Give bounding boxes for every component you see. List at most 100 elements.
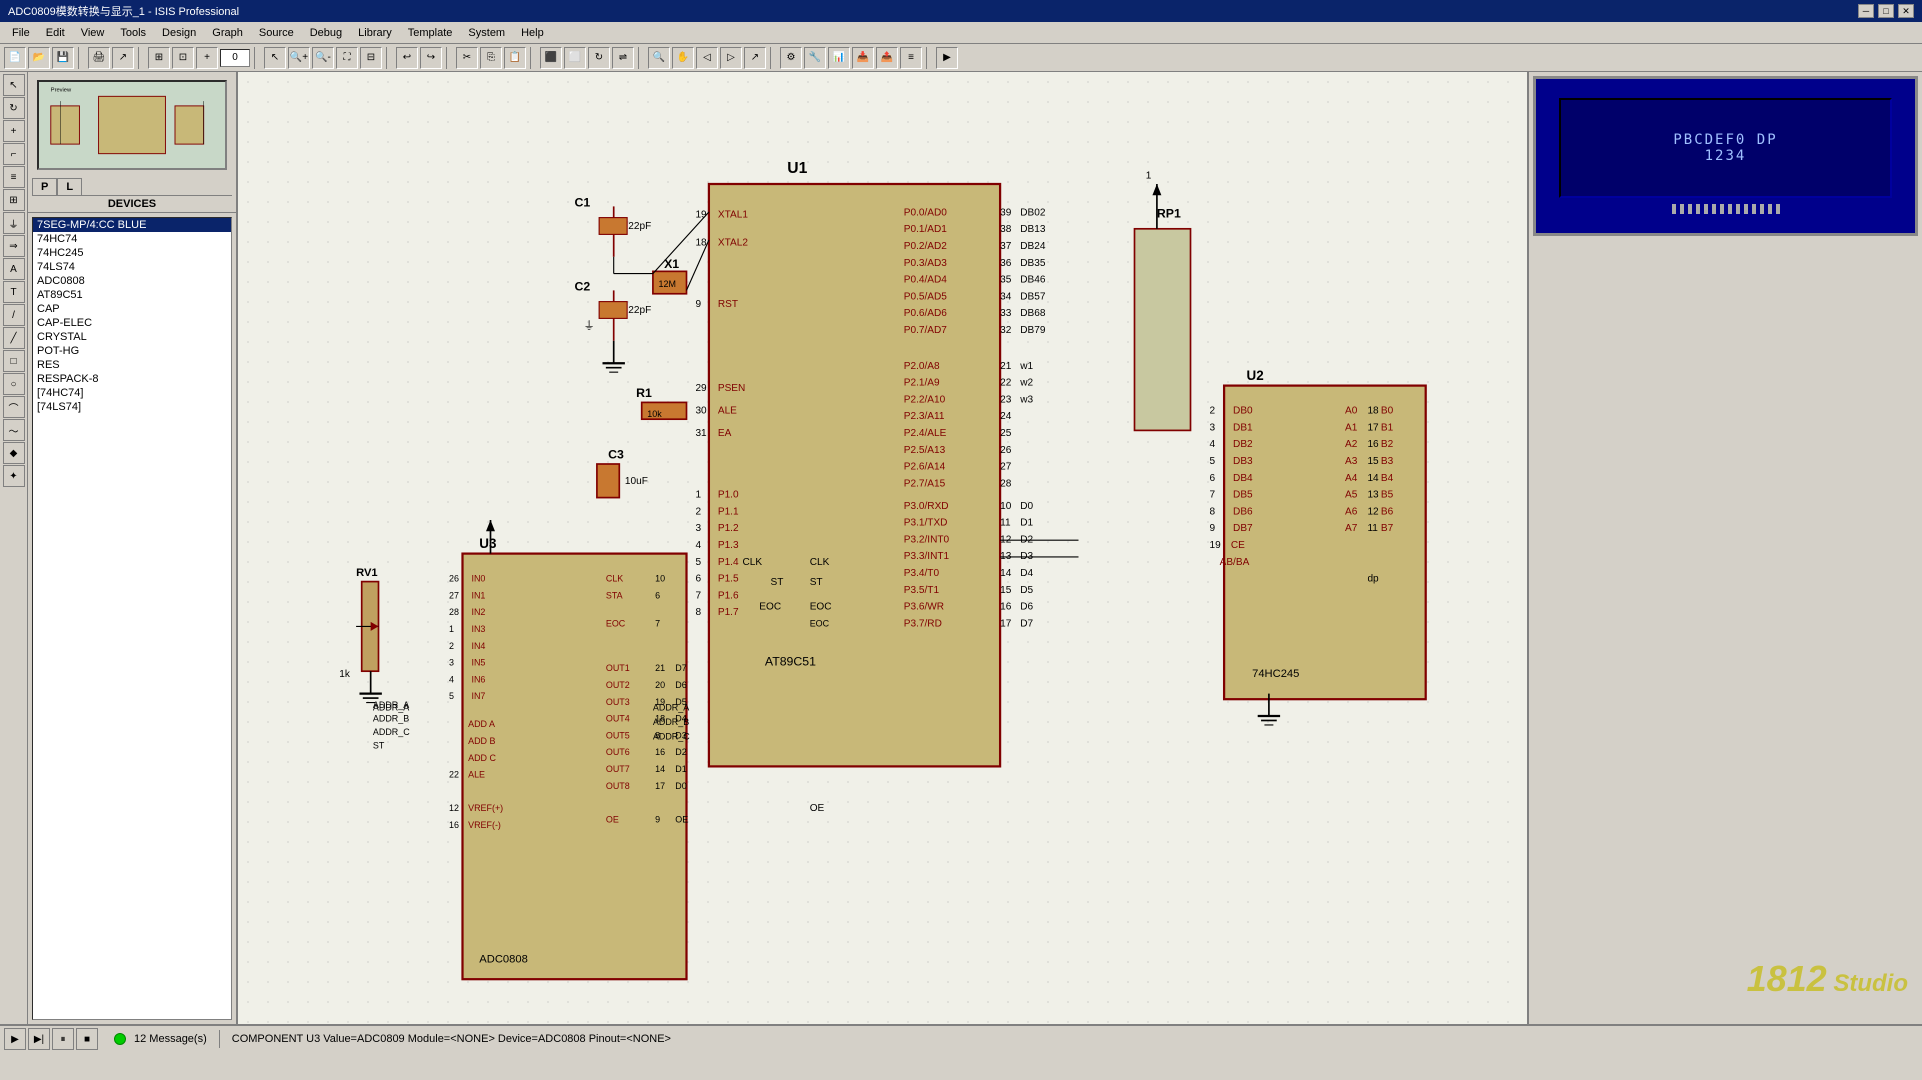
svg-text:39: 39 [1000, 207, 1012, 218]
print-button[interactable]: 🖨 [88, 47, 110, 69]
paste-button[interactable]: 📋 [504, 47, 526, 69]
zoom-out-button[interactable]: 🔍- [312, 47, 334, 69]
cut-button[interactable]: ✂ [456, 47, 478, 69]
select-button[interactable]: ↖ [264, 47, 286, 69]
svg-text:DB02: DB02 [1020, 207, 1046, 218]
symbol-tool[interactable]: ◆ [3, 442, 25, 464]
block-copy-button[interactable]: ⬛ [540, 47, 562, 69]
menu-library[interactable]: Library [350, 25, 400, 41]
redo-button[interactable]: ↪ [420, 47, 442, 69]
export-button[interactable]: ↗ [112, 47, 134, 69]
arrow-tool[interactable]: ↖ [3, 74, 25, 96]
component-tool[interactable]: ↻ [3, 97, 25, 119]
menu-template[interactable]: Template [400, 25, 461, 41]
wire-tool[interactable]: ⌐ [3, 143, 25, 165]
prop4[interactable]: 📥 [852, 47, 874, 69]
canvas-area[interactable]: U1 AT89C51 XTAL1 XTAL2 RST PSEN ALE EA P… [238, 72, 1527, 1024]
undo-button[interactable]: ↩ [396, 47, 418, 69]
close-button[interactable]: ✕ [1898, 4, 1914, 18]
subcirc-tool[interactable]: ⊞ [3, 189, 25, 211]
prop5[interactable]: 📤 [876, 47, 898, 69]
nav2[interactable]: ▷ [720, 47, 742, 69]
menu-tools[interactable]: Tools [112, 25, 154, 41]
device-pot-hg[interactable]: POT-HG [33, 344, 231, 358]
maximize-button[interactable]: □ [1878, 4, 1894, 18]
zoom-in-button[interactable]: 🔍+ [288, 47, 310, 69]
menu-help[interactable]: Help [513, 25, 552, 41]
menu-source[interactable]: Source [251, 25, 302, 41]
prop1[interactable]: ⚙ [780, 47, 802, 69]
label-tool[interactable]: A [3, 258, 25, 280]
device-at89c51[interactable]: AT89C51 [33, 288, 231, 302]
device-7seg[interactable]: 7SEG-MP/4:CC BLUE [33, 218, 231, 232]
device-74ls74b[interactable]: [74LS74] [33, 400, 231, 414]
prop2[interactable]: 🔧 [804, 47, 826, 69]
sim-button[interactable]: ▶ [936, 47, 958, 69]
play-button[interactable]: ▶ [4, 1028, 26, 1050]
prop3[interactable]: 📊 [828, 47, 850, 69]
tab-p[interactable]: P [32, 178, 57, 195]
add-button[interactable]: + [196, 47, 218, 69]
zoom-full-button[interactable]: ⊟ [360, 47, 382, 69]
open-button[interactable]: 📂 [28, 47, 50, 69]
bus-entry-tool[interactable]: / [3, 304, 25, 326]
path-tool[interactable]: 〜 [3, 419, 25, 441]
pause-button[interactable]: ⏸ [52, 1028, 74, 1050]
svg-text:DB79: DB79 [1020, 325, 1046, 336]
device-cap-elec[interactable]: CAP-ELEC [33, 316, 231, 330]
device-74hc74b[interactable]: [74HC74] [33, 386, 231, 400]
save-button[interactable]: 💾 [52, 47, 74, 69]
circle-tool[interactable]: ○ [3, 373, 25, 395]
port-tool[interactable]: ⇒ [3, 235, 25, 257]
block-rotate-button[interactable]: ↻ [588, 47, 610, 69]
menu-view[interactable]: View [73, 25, 113, 41]
menu-system[interactable]: System [460, 25, 513, 41]
menu-edit[interactable]: Edit [38, 25, 73, 41]
new-button[interactable]: 📄 [4, 47, 26, 69]
device-list[interactable]: 7SEG-MP/4:CC BLUE 74HC74 74HC245 74LS74 … [32, 217, 232, 1020]
tab-l[interactable]: L [57, 178, 82, 195]
copy-button[interactable]: ⎘ [480, 47, 502, 69]
zoom-ctrl-button[interactable]: 🔍 [648, 47, 670, 69]
bus-tool[interactable]: ≡ [3, 166, 25, 188]
menu-file[interactable]: File [4, 25, 38, 41]
power-tool[interactable]: ⏚ [3, 212, 25, 234]
svg-text:3: 3 [449, 658, 454, 668]
box-tool[interactable]: □ [3, 350, 25, 372]
device-respack8[interactable]: RESPACK-8 [33, 372, 231, 386]
svg-text:OUT8: OUT8 [606, 781, 630, 791]
nav3[interactable]: ↗ [744, 47, 766, 69]
svg-text:ADD B: ADD B [468, 736, 495, 746]
marker-tool[interactable]: ✦ [3, 465, 25, 487]
grid-button[interactable]: ⊞ [148, 47, 170, 69]
device-adc0808[interactable]: ADC0808 [33, 274, 231, 288]
nav1[interactable]: ◁ [696, 47, 718, 69]
svg-text:Preview: Preview [51, 88, 72, 94]
svg-text:P2.6/A14: P2.6/A14 [904, 462, 946, 473]
menu-design[interactable]: Design [154, 25, 204, 41]
device-res[interactable]: RES [33, 358, 231, 372]
text-tool[interactable]: T [3, 281, 25, 303]
step-button[interactable]: ▶| [28, 1028, 50, 1050]
line-tool[interactable]: ╱ [3, 327, 25, 349]
menu-graph[interactable]: Graph [204, 25, 251, 41]
pan-button[interactable]: ✋ [672, 47, 694, 69]
stop-button[interactable]: ■ [76, 1028, 98, 1050]
arc-tool[interactable]: ⌒ [3, 396, 25, 418]
zoom-input[interactable] [220, 49, 250, 67]
device-74ls74[interactable]: 74LS74 [33, 260, 231, 274]
svg-text:28: 28 [449, 607, 459, 617]
zoom-area-button[interactable]: ⛶ [336, 47, 358, 69]
minimize-button[interactable]: ─ [1858, 4, 1874, 18]
snap-button[interactable]: ⊡ [172, 47, 194, 69]
netlist-button[interactable]: ≡ [900, 47, 922, 69]
junction-tool[interactable]: + [3, 120, 25, 142]
block-mirror-button[interactable]: ⇌ [612, 47, 634, 69]
device-74hc74[interactable]: 74HC74 [33, 232, 231, 246]
device-74hc245[interactable]: 74HC245 [33, 246, 231, 260]
block-move-button[interactable]: ⬜ [564, 47, 586, 69]
device-cap[interactable]: CAP [33, 302, 231, 316]
menu-debug[interactable]: Debug [302, 25, 350, 41]
statusbar: ▶ ▶| ⏸ ■ 12 Message(s) COMPONENT U3 Valu… [0, 1024, 1922, 1052]
device-crystal[interactable]: CRYSTAL [33, 330, 231, 344]
